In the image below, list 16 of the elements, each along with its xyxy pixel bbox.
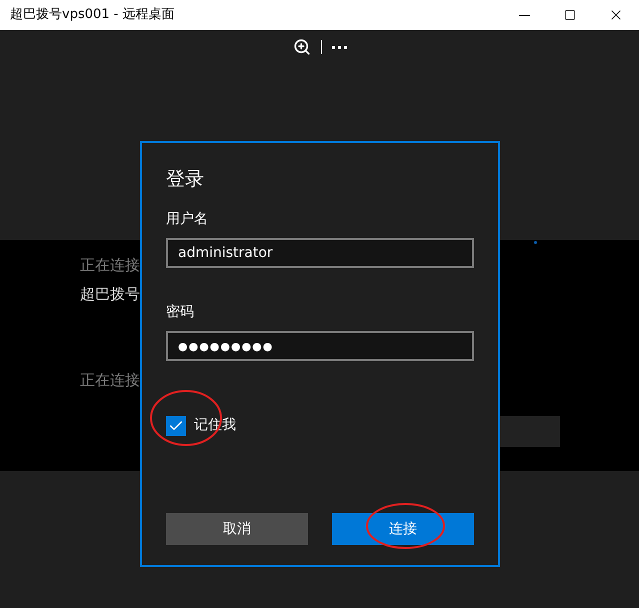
password-label: 密码 — [166, 303, 194, 322]
window-title: 超巴拨号vps001 - 远程桌面 — [10, 6, 176, 24]
remember-checkbox[interactable] — [166, 416, 186, 436]
username-field[interactable]: administrator — [166, 238, 474, 268]
host-text: 超巴拨号 — [80, 284, 140, 304]
dialog-title: 登录 — [166, 167, 204, 192]
connect-button[interactable]: 连接 — [332, 513, 474, 545]
maximize-icon — [564, 9, 576, 21]
password-field[interactable]: ●●●●●●●●● — [166, 331, 474, 361]
zoom-button[interactable] — [292, 38, 310, 56]
zoom-in-icon — [292, 38, 310, 56]
username-label: 用户名 — [166, 210, 208, 229]
status-text: 正在连接 — [80, 370, 140, 391]
status-text: 正在连接 — [80, 255, 140, 276]
cancel-button[interactable]: 取消 — [166, 513, 308, 545]
minimize-icon — [518, 14, 530, 16]
